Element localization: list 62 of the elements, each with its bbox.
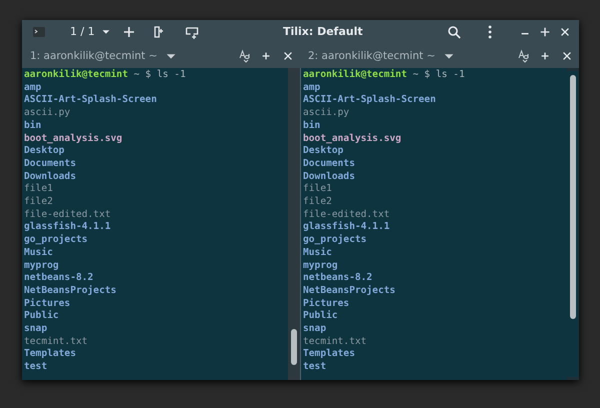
prompt-command: ~ $ ls -1 <box>412 69 465 80</box>
search-icon[interactable] <box>447 24 461 38</box>
file-entry: Downloads <box>303 170 355 184</box>
file-entry: myprog <box>24 260 59 272</box>
file-entry: file1 <box>303 183 332 196</box>
file-entry: Music <box>24 246 53 260</box>
file-entry: glassfish-4.1.1 <box>303 221 390 234</box>
file-entry: test <box>24 361 48 374</box>
file-entry: Pictures <box>303 298 350 310</box>
add-icon[interactable] <box>122 24 136 38</box>
prompt-user: aaronkilik@tecmint <box>24 69 128 80</box>
file-entry: file2 <box>24 196 53 209</box>
file-entry: bin <box>303 120 320 133</box>
file-entry: Public <box>24 310 59 324</box>
file-entry: Music <box>303 246 332 260</box>
window-title: Tilix: Default <box>282 25 364 38</box>
session-counter: 1 / 1 <box>70 25 95 38</box>
file-entry: Desktop <box>24 145 64 158</box>
file-entry: Downloads <box>24 170 76 184</box>
file-entry: boot_analysis.svg <box>303 132 402 146</box>
file-entry: amp <box>303 82 320 94</box>
file-entry: file-edited.txt <box>24 208 111 221</box>
terminal-pane[interactable] <box>22 68 300 380</box>
file-entry: boot_analysis.svg <box>24 132 122 146</box>
file-entry: snap <box>24 323 48 336</box>
file-entry: ascii.py <box>303 107 350 120</box>
file-entry: go_projects <box>24 234 88 247</box>
file-entry: ASCII-Art-Splash-Screen <box>303 94 436 108</box>
file-entry: myprog <box>303 260 338 272</box>
scrollbar[interactable] <box>288 68 300 380</box>
file-entry: Templates <box>24 348 76 362</box>
terminal-tab-title[interactable]: 1: aaronkilik@tecmint ~ <box>30 50 158 62</box>
maximize-icon[interactable] <box>539 24 551 38</box>
add-terminal-icon[interactable] <box>184 24 199 38</box>
file-entry: file-edited.txt <box>303 208 390 221</box>
file-entry: netbeans-8.2 <box>303 272 372 285</box>
file-entry: Templates <box>303 348 355 362</box>
terminal-tab-title[interactable]: 2: aaronkilik@tecmint ~ <box>308 50 436 62</box>
file-entry: tecmint.txt <box>303 336 367 348</box>
file-entry: tecmint.txt <box>24 336 88 348</box>
terminal-pane[interactable] <box>300 68 579 380</box>
file-entry: amp <box>24 82 42 94</box>
file-entry: go_projects <box>303 234 367 247</box>
file-entry: ASCII-Art-Splash-Screen <box>24 94 157 108</box>
file-entry: NetBeansProjects <box>303 284 396 298</box>
file-entry: bin <box>24 120 42 133</box>
file-entry: snap <box>303 323 326 336</box>
file-entry: Documents <box>303 158 355 171</box>
file-entry: Pictures <box>24 298 70 310</box>
file-entry: Desktop <box>303 145 344 158</box>
scrollbar[interactable] <box>567 68 579 380</box>
prompt-command: ~ $ ls -1 <box>134 69 186 80</box>
file-entry: file2 <box>303 196 332 209</box>
file-entry: NetBeansProjects <box>24 284 116 298</box>
file-entry: Public <box>303 310 338 324</box>
file-entry: test <box>303 361 326 374</box>
file-entry: file1 <box>24 183 53 196</box>
prompt-user: aaronkilik@tecmint <box>303 69 407 80</box>
file-entry: Documents <box>24 158 76 171</box>
file-entry: ascii.py <box>24 107 70 120</box>
file-entry: netbeans-8.2 <box>24 272 94 285</box>
file-entry: glassfish-4.1.1 <box>24 221 111 234</box>
